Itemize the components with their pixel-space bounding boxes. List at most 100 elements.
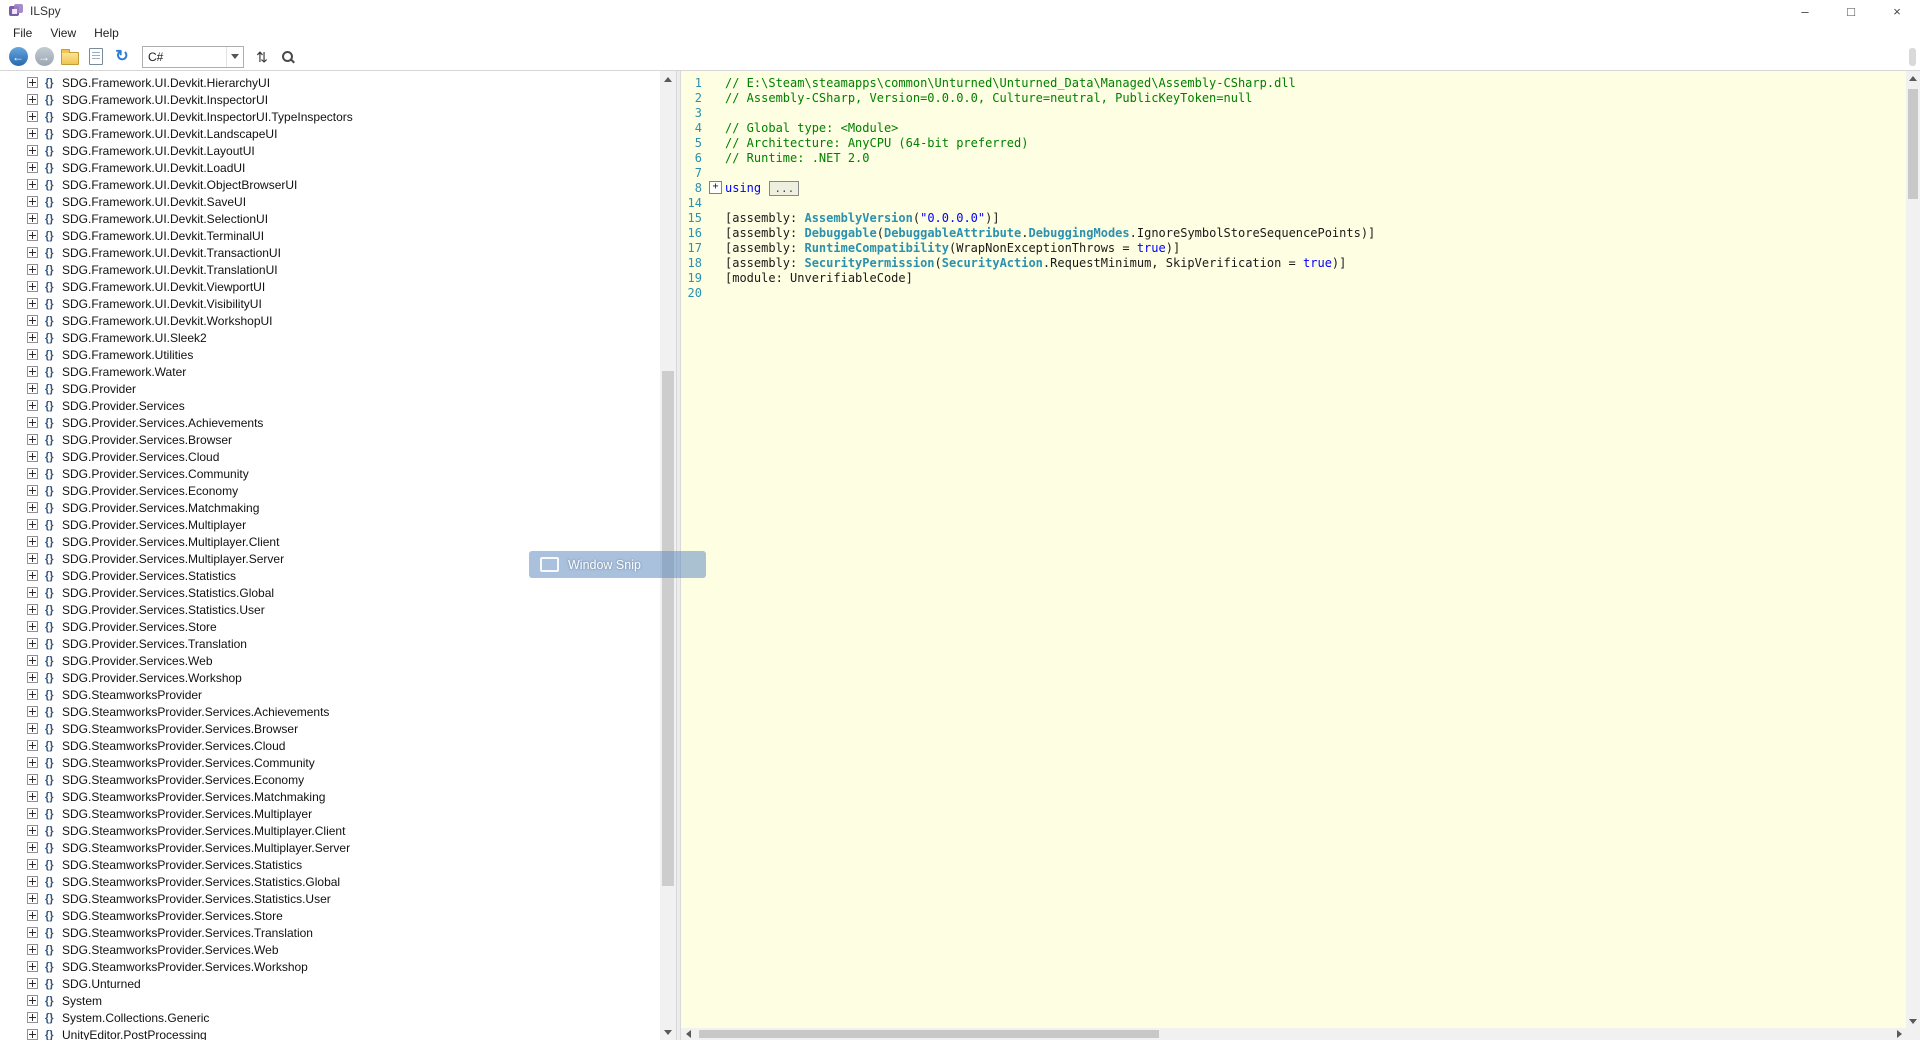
tree-namespace-row[interactable]: {} SDG.Provider.Services.Store <box>0 618 660 635</box>
tree-namespace-row[interactable]: {} SDG.Framework.UI.Devkit.ViewportUI <box>0 278 660 295</box>
scroll-down-arrow[interactable] <box>1906 1014 1920 1028</box>
menu-item-view[interactable]: View <box>41 24 85 42</box>
tree-scrollbar-thumb[interactable] <box>662 371 674 886</box>
tree-namespace-row[interactable]: {} SDG.SteamworksProvider.Services.Econom… <box>0 771 660 788</box>
code-view[interactable]: // E:\Steam\steamapps\common\Unturned\Un… <box>707 71 1906 1028</box>
chevron-down-icon[interactable] <box>226 46 243 67</box>
minimize-button[interactable]: – <box>1782 0 1828 22</box>
scroll-right-arrow[interactable] <box>1892 1028 1906 1040</box>
tree-namespace-row[interactable]: {} SDG.Framework.UI.Devkit.TerminalUI <box>0 227 660 244</box>
expand-plus-icon[interactable] <box>27 893 38 904</box>
expand-plus-icon[interactable] <box>27 655 38 666</box>
tree-namespace-row[interactable]: {} SDG.Provider.Services.Multiplayer.Clie… <box>0 533 660 550</box>
tree-namespace-row[interactable]: {} SDG.Provider.Services <box>0 397 660 414</box>
expand-plus-icon[interactable] <box>27 672 38 683</box>
expand-plus-icon[interactable] <box>27 196 38 207</box>
tree-namespace-row[interactable]: {} SDG.Framework.UI.Devkit.SelectionUI <box>0 210 660 227</box>
language-combobox[interactable]: C# <box>142 45 244 68</box>
tree-namespace-row[interactable]: {} SDG.Framework.UI.Devkit.TransactionUI <box>0 244 660 261</box>
tree-namespace-row[interactable]: {} SDG.SteamworksProvider.Services.Store <box>0 907 660 924</box>
expand-plus-icon[interactable] <box>27 876 38 887</box>
expand-plus-icon[interactable] <box>27 434 38 445</box>
tree-namespace-row[interactable]: {} System <box>0 992 660 1009</box>
editor-vscrollbar-thumb[interactable] <box>1908 89 1918 199</box>
tree-namespace-row[interactable]: {} SDG.SteamworksProvider.Services.Achiev… <box>0 703 660 720</box>
expand-plus-icon[interactable] <box>27 400 38 411</box>
tree-namespace-row[interactable]: {} System.Collections.Generic <box>0 1009 660 1026</box>
expand-plus-icon[interactable] <box>27 111 38 122</box>
tree-namespace-row[interactable]: {} SDG.SteamworksProvider.Services.Browse… <box>0 720 660 737</box>
expand-plus-icon[interactable] <box>27 723 38 734</box>
tree-namespace-row[interactable]: {} SDG.SteamworksProvider.Services.Worksh… <box>0 958 660 975</box>
expand-plus-icon[interactable] <box>27 366 38 377</box>
search-button[interactable] <box>276 45 300 69</box>
tree-namespace-row[interactable]: {} SDG.Provider.Services.Workshop <box>0 669 660 686</box>
tree-namespace-row[interactable]: {} SDG.Provider.Services.Community <box>0 465 660 482</box>
tree-namespace-row[interactable]: {} SDG.Provider.Services.Statistics.Globa… <box>0 584 660 601</box>
tree-namespace-row[interactable]: {} SDG.Framework.UI.Devkit.HierarchyUI <box>0 74 660 91</box>
tree-namespace-row[interactable]: {} SDG.SteamworksProvider.Services.Web <box>0 941 660 958</box>
expand-plus-icon[interactable] <box>27 638 38 649</box>
tree-namespace-row[interactable]: {} SDG.Framework.UI.Devkit.InspectorUI.Ty… <box>0 108 660 125</box>
tree-namespace-row[interactable]: {} SDG.SteamworksProvider.Services.Commun… <box>0 754 660 771</box>
expand-plus-icon[interactable] <box>27 995 38 1006</box>
tree-namespace-row[interactable]: {} SDG.SteamworksProvider.Services.Statis… <box>0 890 660 907</box>
expand-plus-icon[interactable] <box>27 978 38 989</box>
tree-namespace-row[interactable]: {} SDG.SteamworksProvider.Services.Multip… <box>0 822 660 839</box>
tree-namespace-row[interactable]: {} SDG.Framework.UI.Devkit.WorkshopUI <box>0 312 660 329</box>
forward-button[interactable]: → <box>32 45 56 69</box>
tree-namespace-row[interactable]: {} SDG.Provider.Services.Statistics.User <box>0 601 660 618</box>
expand-plus-icon[interactable] <box>27 519 38 530</box>
tree-namespace-row[interactable]: {} SDG.Framework.UI.Devkit.LandscapeUI <box>0 125 660 142</box>
back-button[interactable]: ← <box>6 45 30 69</box>
expand-plus-icon[interactable] <box>27 213 38 224</box>
tree-namespace-row[interactable]: {} SDG.Framework.UI.Devkit.LoadUI <box>0 159 660 176</box>
expand-plus-icon[interactable] <box>27 944 38 955</box>
tree-namespace-row[interactable]: {} SDG.Provider.Services.Multiplayer <box>0 516 660 533</box>
expand-plus-icon[interactable] <box>27 689 38 700</box>
editor-horizontal-scrollbar[interactable] <box>681 1028 1906 1040</box>
expand-plus-icon[interactable] <box>27 774 38 785</box>
window-snip-toast[interactable]: Window Snip <box>529 551 706 578</box>
scroll-up-arrow[interactable] <box>1906 71 1920 85</box>
expand-plus-icon[interactable] <box>27 128 38 139</box>
tree-namespace-row[interactable]: {} SDG.Unturned <box>0 975 660 992</box>
tree-namespace-row[interactable]: {} SDG.SteamworksProvider <box>0 686 660 703</box>
expand-plus-icon[interactable] <box>27 825 38 836</box>
expand-plus-icon[interactable] <box>27 264 38 275</box>
expand-plus-icon[interactable] <box>27 485 38 496</box>
expand-plus-icon[interactable] <box>27 1012 38 1023</box>
tree-namespace-row[interactable]: {} UnityEditor.PostProcessing <box>0 1026 660 1040</box>
expand-plus-icon[interactable] <box>27 553 38 564</box>
maximize-button[interactable]: □ <box>1828 0 1874 22</box>
tree-namespace-row[interactable]: {} SDG.Framework.UI.Devkit.TranslationUI <box>0 261 660 278</box>
tree-namespace-row[interactable]: {} SDG.Provider.Services.Browser <box>0 431 660 448</box>
tree-namespace-row[interactable]: {} SDG.Provider.Services.Matchmaking <box>0 499 660 516</box>
tree-namespace-row[interactable]: {} SDG.Framework.Utilities <box>0 346 660 363</box>
expand-plus-icon[interactable] <box>27 468 38 479</box>
tree-namespace-row[interactable]: {} SDG.Framework.UI.Devkit.SaveUI <box>0 193 660 210</box>
scroll-up-arrow[interactable] <box>660 71 676 87</box>
menu-item-help[interactable]: Help <box>85 24 128 42</box>
expand-plus-icon[interactable] <box>27 145 38 156</box>
expand-plus-icon[interactable] <box>27 94 38 105</box>
close-button[interactable]: × <box>1874 0 1920 22</box>
expand-plus-icon[interactable] <box>27 842 38 853</box>
expand-plus-icon[interactable] <box>27 179 38 190</box>
open-assembly-list-button[interactable] <box>84 45 108 69</box>
expand-plus-icon[interactable] <box>27 349 38 360</box>
expand-plus-icon[interactable] <box>27 791 38 802</box>
tree-namespace-row[interactable]: {} SDG.SteamworksProvider.Services.Cloud <box>0 737 660 754</box>
tree-namespace-row[interactable]: {} SDG.Provider <box>0 380 660 397</box>
expand-plus-icon[interactable] <box>27 927 38 938</box>
tree-namespace-row[interactable]: {} SDG.Framework.UI.Devkit.ObjectBrowserU… <box>0 176 660 193</box>
expand-plus-icon[interactable] <box>27 706 38 717</box>
expand-plus-icon[interactable] <box>27 910 38 921</box>
tree-namespace-row[interactable]: {} SDG.SteamworksProvider.Services.Statis… <box>0 873 660 890</box>
toolbar-overflow-handle[interactable] <box>1909 48 1916 66</box>
expand-plus-icon[interactable] <box>27 77 38 88</box>
tree-namespace-row[interactable]: {} SDG.Provider.Services.Achievements <box>0 414 660 431</box>
expand-plus-icon[interactable] <box>27 740 38 751</box>
expand-plus-icon[interactable] <box>27 315 38 326</box>
tree-namespace-row[interactable]: {} SDG.SteamworksProvider.Services.Multip… <box>0 839 660 856</box>
